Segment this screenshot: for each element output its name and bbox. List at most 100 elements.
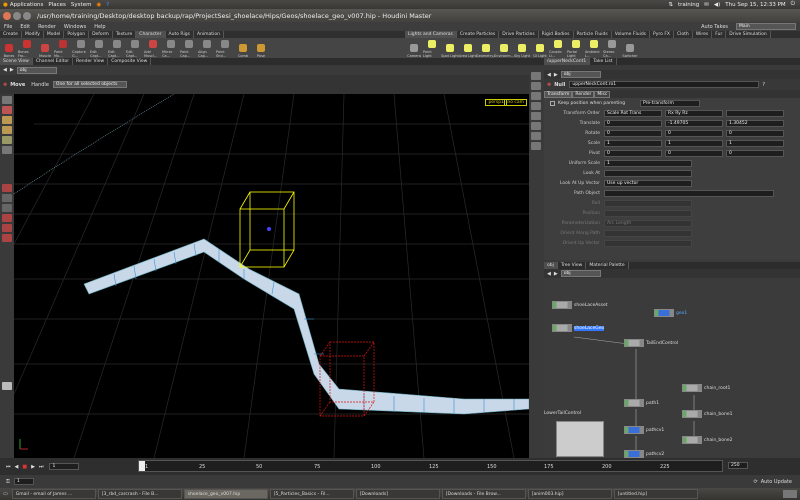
shelf-tool-caustic-li[interactable]: Caustic Li... — [549, 38, 567, 58]
camera-tool-icon[interactable] — [2, 382, 12, 390]
param-field-v1[interactable] — [604, 189, 774, 197]
shelf-tool-camera[interactable]: Camera — [405, 38, 423, 58]
shelf-tab-rigid-bodies[interactable]: Rigid Bodies — [539, 31, 574, 38]
shelf-tool-bones-fro[interactable]: Bones Fro... — [18, 38, 36, 58]
move-handle[interactable] — [267, 227, 271, 231]
power-icon[interactable]: ⏻ — [791, 1, 795, 8]
shelf-tab-wires[interactable]: Wires — [693, 31, 713, 38]
shelf-tool-area-light[interactable]: Area Light — [459, 38, 477, 58]
play-last-button[interactable]: ⏭ — [39, 464, 44, 470]
shelf-tool-gi-light[interactable]: GI Light — [531, 38, 549, 58]
shelf-tool-bones[interactable]: Bones — [0, 38, 18, 58]
param-field-v1[interactable]: 0 — [604, 149, 662, 157]
selected-control-box[interactable] — [239, 191, 295, 268]
scale-tool-icon[interactable] — [2, 126, 12, 134]
current-frame-field[interactable]: 1 — [49, 463, 80, 470]
auto-update-icon[interactable]: ⟳ — [753, 479, 757, 485]
taskbar-item[interactable]: [anim003.hip] — [527, 489, 612, 499]
close-window-button[interactable] — [3, 11, 11, 20]
shelf-tab-create[interactable]: Create — [0, 31, 22, 38]
node-path1[interactable]: path1 — [624, 399, 659, 407]
help-launcher-icon[interactable]: ? — [106, 2, 109, 8]
gnome-logo-icon[interactable]: ● — [3, 2, 8, 8]
param-field-v1[interactable] — [604, 169, 692, 177]
taskbar-item[interactable]: shoelace_geo_v007.hip — [183, 489, 268, 499]
shelf-tool-align-cap[interactable]: Align Cap... — [198, 38, 216, 58]
shelf-tab-animation[interactable]: Animation — [194, 31, 224, 38]
select-tool-icon[interactable] — [2, 96, 12, 104]
param-field-v1[interactable]: Use up vector — [604, 179, 692, 187]
tab-channel-editor[interactable]: Channel Editor — [33, 58, 74, 65]
light-display-icon[interactable] — [531, 132, 541, 140]
snap-prim-icon[interactable] — [2, 224, 12, 232]
taskbar-item[interactable]: [Downloads - File Brow... — [441, 489, 526, 499]
forward-icon[interactable]: ▶ — [10, 67, 14, 73]
wireframe-icon[interactable] — [531, 92, 541, 100]
maximize-window-button[interactable] — [23, 11, 31, 20]
applications-menu[interactable]: Applications — [10, 2, 44, 8]
shelf-tab-auto-rigs[interactable]: Auto Rigs — [166, 31, 194, 38]
shelf-tool-muscle[interactable]: Muscle — [36, 38, 54, 58]
param-path[interactable]: obj — [560, 71, 601, 78]
network-icon[interactable]: ⇅ — [668, 2, 673, 8]
shelf-tool-ambient-l[interactable]: Ambient L... — [585, 38, 603, 58]
param-field-v1[interactable] — [604, 209, 692, 217]
param-field-v3[interactable]: 1 — [726, 139, 784, 147]
back-icon[interactable]: ◀ — [3, 67, 7, 73]
node-shoelace-geo[interactable]: shoeLaceGeo — [552, 324, 605, 332]
taskbar-item[interactable]: Gmail - email of James ... — [11, 489, 96, 499]
play-reverse-button[interactable]: ◀ — [15, 464, 19, 470]
shelf-tool-mirror-ca[interactable]: Mirror Ca... — [162, 38, 180, 58]
param-field-v2[interactable]: 0 — [665, 129, 723, 137]
shelf-tool-geometry[interactable]: Geometry... — [476, 38, 496, 58]
tab-render-view[interactable]: Render View — [73, 58, 109, 65]
workspace-switcher[interactable] — [783, 490, 797, 498]
tab-upper-neck[interactable]: /upperNeckCont1 — [544, 58, 591, 65]
menu-help[interactable]: Help — [94, 24, 105, 30]
shelf-tool-point-light[interactable]: Point Light — [423, 38, 441, 58]
shelf-tab-deform[interactable]: Deform — [89, 31, 113, 38]
shelf-tab-drive-simulation[interactable]: Drive Simulation — [726, 31, 771, 38]
shelf-tab-fur[interactable]: Fur — [712, 31, 727, 38]
shelf-tab-cloth[interactable]: Cloth — [674, 31, 693, 38]
snap-multi-icon[interactable] — [2, 234, 12, 242]
taskbar-item[interactable]: [untitled.hip] — [613, 489, 698, 499]
shelf-tab-model[interactable]: Model — [44, 31, 65, 38]
menu-file[interactable]: File — [4, 24, 12, 30]
shelf-tool-paint-mu[interactable]: Paint Mu... — [54, 38, 72, 58]
translate-tool-icon[interactable] — [2, 106, 12, 114]
tab-render[interactable]: Render — [572, 90, 595, 98]
shelf-tab-drive-particles[interactable]: Drive Particles — [499, 31, 539, 38]
scene-viewport[interactable]: persp1 no cam — [14, 94, 529, 458]
param-field-v1[interactable]: 0 — [604, 119, 662, 127]
network-editor[interactable]: ◀ ▶ obj shoeLaceAsset shoeLaceGeo geo1 T… — [544, 269, 800, 458]
tab-transform[interactable]: Transform — [544, 90, 573, 98]
param-field-v3[interactable] — [726, 109, 784, 117]
display-options-icon[interactable] — [531, 72, 541, 80]
shelf-tool-sky-light[interactable]: Sky Light — [513, 38, 531, 58]
show-desktop-icon[interactable]: ▭ — [3, 491, 8, 497]
shelf-tab-volume-fluids[interactable]: Volume Fluids — [612, 31, 651, 38]
help-icon[interactable]: ? — [762, 82, 765, 88]
start-frame-field[interactable]: 1 — [13, 478, 34, 485]
network-minimap[interactable] — [556, 421, 604, 457]
tab-material-palette[interactable]: Material Palette — [586, 262, 629, 269]
rotate-tool-icon[interactable] — [2, 116, 12, 124]
clock[interactable]: Thu Sep 15, 12:33 PM — [725, 2, 785, 8]
param-field-v3[interactable]: 0 — [726, 149, 784, 157]
shelf-tool-environm[interactable]: Environm... — [494, 38, 514, 58]
end-frame-field[interactable]: 250 — [728, 462, 748, 469]
param-field-v1[interactable]: 1 — [604, 139, 662, 147]
pose-tool-icon[interactable] — [2, 136, 12, 144]
view-tool-icon[interactable] — [2, 184, 12, 192]
shelf-tab-modify[interactable]: Modify — [22, 31, 44, 38]
play-button[interactable]: ▶ — [31, 464, 35, 470]
desktop-select[interactable]: Main — [736, 23, 796, 30]
user-indicator[interactable]: training — [678, 2, 699, 8]
shelf-tool-paint-shd[interactable]: Paint Shd... — [216, 38, 234, 58]
param-field-v2[interactable]: 0 — [665, 149, 723, 157]
param-field-v1[interactable]: 1 — [604, 159, 692, 167]
node-geo1[interactable]: geo1 — [654, 309, 687, 317]
shelf-tab-texture[interactable]: Texture — [113, 31, 137, 38]
param-field-v1[interactable]: Scale Rot Trans — [604, 109, 662, 117]
